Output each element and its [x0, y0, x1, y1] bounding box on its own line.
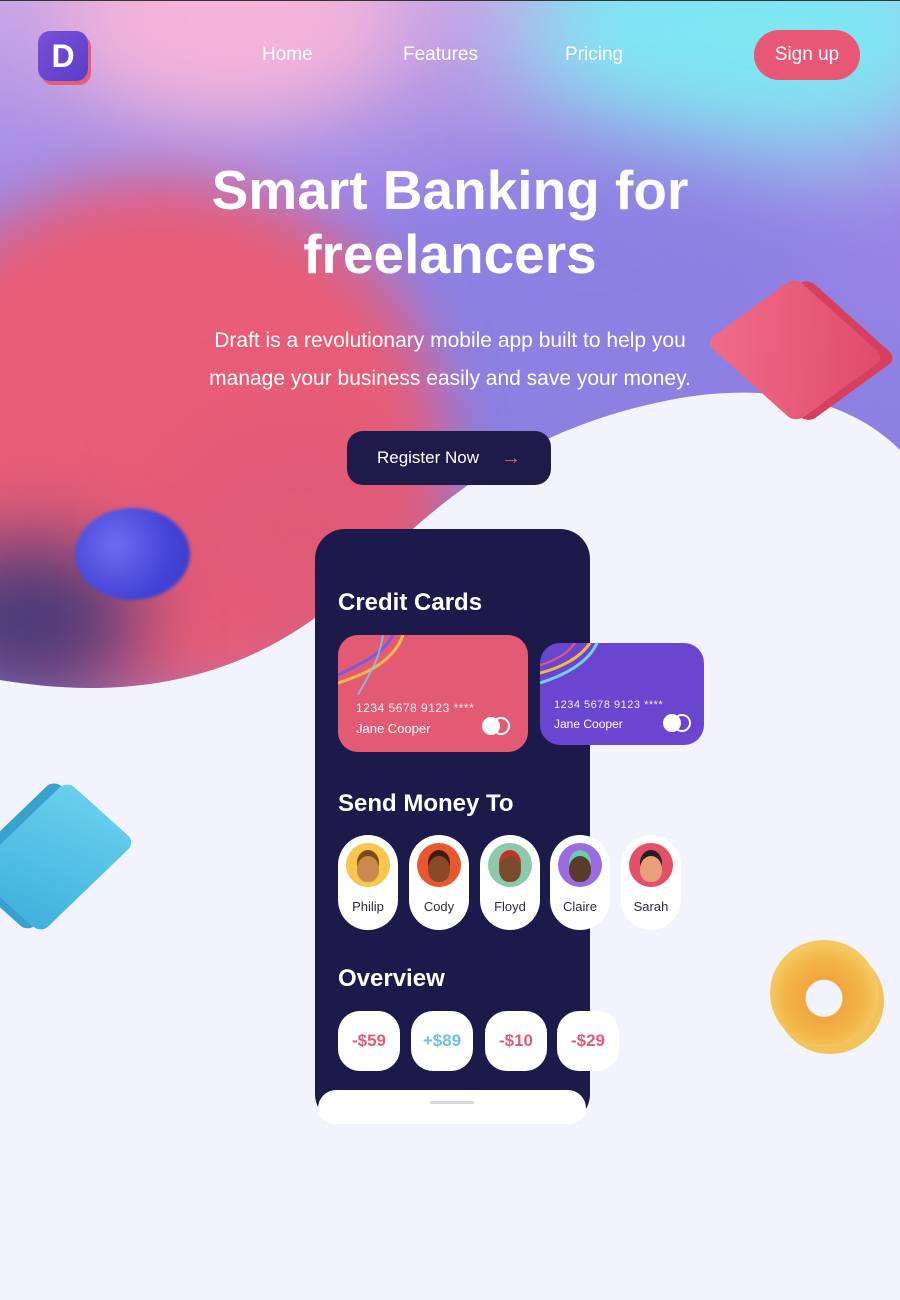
mastercard-icon: [482, 717, 510, 735]
logo[interactable]: D: [38, 31, 88, 81]
overview-transaction[interactable]: -$29: [557, 1011, 619, 1071]
send-money-title: Send Money To: [338, 790, 514, 817]
contact-name: Philip: [352, 899, 384, 914]
contact-name: Floyd: [494, 899, 526, 914]
contact-name: Cody: [423, 899, 455, 914]
hero-subtitle: Draft is a revolutionary mobile app buil…: [180, 322, 720, 398]
overview-transaction[interactable]: -$59: [338, 1011, 400, 1071]
avatar: [488, 843, 532, 887]
hero-title-line1: Smart Banking for: [211, 159, 689, 221]
window-top-border: [0, 0, 900, 1]
nav-pricing-link[interactable]: Pricing: [565, 44, 623, 66]
avatar: [417, 843, 461, 887]
hero-subtitle-line2: manage your business easily and save you…: [209, 367, 691, 390]
overview-title: Overview: [338, 965, 445, 992]
decorative-blue-ball: [75, 508, 190, 600]
contact-name: Sarah: [633, 899, 669, 914]
decorative-donut: [770, 940, 878, 1046]
nav-features-link[interactable]: Features: [403, 44, 478, 66]
register-now-button[interactable]: Register Now →: [347, 431, 551, 485]
credit-card-secondary[interactable]: 1234 5678 9123 **** Jane Cooper: [540, 643, 704, 745]
card-holder: Jane Cooper: [356, 721, 431, 736]
hero-title-line2: freelancers: [303, 223, 597, 285]
avatar: [346, 843, 390, 887]
contact-name: Claire: [563, 899, 597, 914]
credit-card-primary[interactable]: 1234 5678 9123 **** Jane Cooper: [338, 635, 528, 752]
overview-transaction[interactable]: -$10: [485, 1011, 547, 1071]
mastercard-icon: [663, 714, 691, 732]
nav-home-link[interactable]: Home: [262, 44, 313, 66]
hero-subtitle-line1: Draft is a revolutionary mobile app buil…: [214, 329, 686, 352]
drag-handle[interactable]: [430, 1101, 474, 1104]
contact-cody[interactable]: Cody: [409, 835, 469, 930]
card-number: 1234 5678 9123 ****: [554, 699, 664, 711]
contact-sarah[interactable]: Sarah: [621, 835, 681, 930]
logo-letter: D: [51, 37, 75, 74]
signup-button[interactable]: Sign up: [754, 30, 860, 80]
avatar: [629, 843, 673, 887]
contact-philip[interactable]: Philip: [338, 835, 398, 930]
avatar: [558, 843, 602, 887]
credit-cards-title: Credit Cards: [338, 589, 483, 616]
arrow-right-icon: →: [501, 446, 522, 469]
register-now-label: Register Now: [376, 448, 480, 467]
decorative-blue-shape: [0, 780, 136, 934]
card-number: 1234 5678 9123 ****: [356, 701, 475, 715]
card-holder: Jane Cooper: [554, 717, 623, 731]
phone-bottom-sheet: [318, 1090, 586, 1124]
contact-floyd[interactable]: Floyd: [480, 835, 540, 930]
overview-transaction[interactable]: +$89: [411, 1011, 473, 1071]
hero-title: Smart Banking for freelancers: [150, 158, 750, 286]
contact-claire[interactable]: Claire: [550, 835, 610, 930]
